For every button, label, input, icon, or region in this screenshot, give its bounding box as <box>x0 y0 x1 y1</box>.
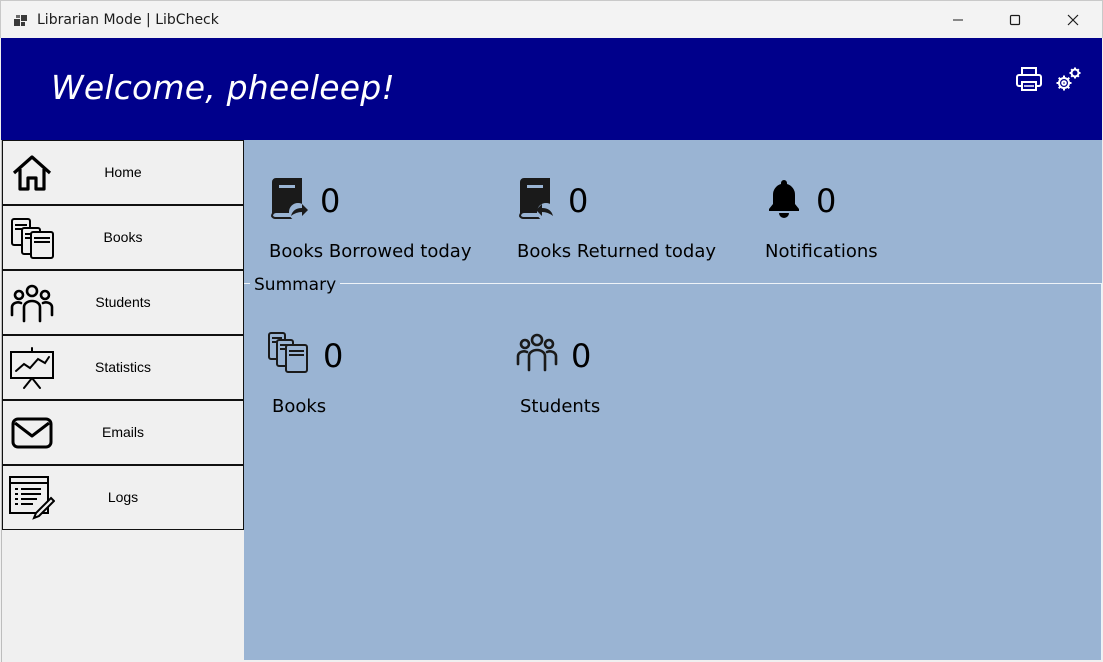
sidebar-item-home[interactable]: Home <box>2 140 244 205</box>
close-icon <box>1067 14 1079 26</box>
window-title: Librarian Mode | LibCheck <box>37 12 219 28</box>
summary-divider <box>244 283 1102 284</box>
notifications-value: 0 <box>816 182 837 220</box>
sidebar-item-label: Logs <box>107 489 139 505</box>
sidebar-item-label: Emails <box>101 424 144 440</box>
sidebar-item-logs[interactable]: Logs <box>2 465 244 530</box>
summary-books-label: Books <box>272 396 327 417</box>
maximize-icon <box>1009 14 1021 26</box>
dashboard-panel: 0 Books Borrowed today 0 Books Returned … <box>244 140 1102 660</box>
returned-today-label: Books Returned today <box>517 241 717 262</box>
statistics-icon <box>10 347 54 389</box>
maximize-button[interactable] <box>986 1 1044 39</box>
summary-students-value: 0 <box>571 337 592 375</box>
close-button[interactable] <box>1044 1 1102 39</box>
summary-books-value: 0 <box>323 337 344 375</box>
students-icon <box>10 284 54 323</box>
students-icon <box>516 333 558 372</box>
bell-icon <box>769 180 799 218</box>
summary-border <box>1101 283 1102 660</box>
email-icon <box>11 417 53 449</box>
minimize-button[interactable] <box>929 1 987 39</box>
notifications-label: Notifications <box>765 241 878 262</box>
sidebar-item-statistics[interactable]: Statistics <box>2 335 244 400</box>
sidebar-item-label: Books <box>103 229 143 245</box>
welcome-message: Welcome, pheeleep! <box>51 68 395 107</box>
book-return-icon <box>518 178 555 221</box>
gears-icon[interactable] <box>1053 64 1083 94</box>
book-borrow-icon <box>270 178 308 221</box>
borrowed-today-value: 0 <box>320 182 341 220</box>
logs-icon <box>9 476 55 520</box>
sidebar-item-label: Home <box>104 164 142 180</box>
window-titlebar[interactable]: Librarian Mode | LibCheck <box>0 0 1103 38</box>
summary-legend: Summary <box>250 275 341 295</box>
sidebar-item-label: Statistics <box>94 359 151 375</box>
header-banner: Welcome, pheeleep! <box>1 38 1102 140</box>
minimize-icon <box>953 19 963 21</box>
sidebar: Home Books Students Statistics Emails Lo… <box>1 140 244 662</box>
returned-today-value: 0 <box>568 182 589 220</box>
books-icon <box>11 218 54 259</box>
printer-icon[interactable] <box>1014 64 1044 94</box>
borrowed-today-label: Books Borrowed today <box>269 241 472 262</box>
sidebar-item-students[interactable]: Students <box>2 270 244 335</box>
sidebar-item-emails[interactable]: Emails <box>2 400 244 465</box>
home-icon <box>12 155 52 191</box>
summary-students-label: Students <box>520 396 601 417</box>
books-icon <box>268 332 308 373</box>
app-icon <box>14 15 27 26</box>
sidebar-item-label: Students <box>95 294 151 310</box>
sidebar-item-books[interactable]: Books <box>2 205 244 270</box>
